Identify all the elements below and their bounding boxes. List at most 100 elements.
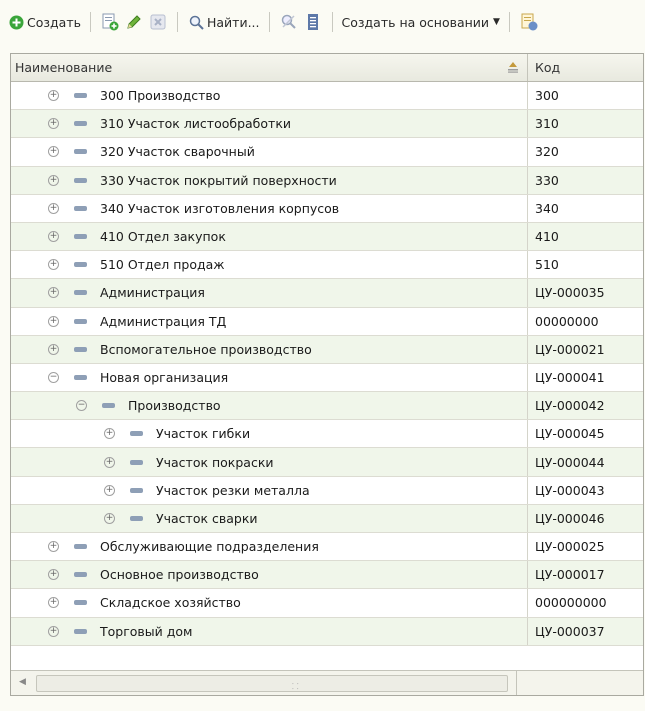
table-row[interactable]: +320 Участок сварочный 320 [11, 138, 643, 167]
table-row[interactable]: +330 Участок покрытий поверхности 330 [11, 166, 643, 195]
expand-toggle-icon[interactable]: + [48, 231, 59, 243]
group-folder-icon [74, 149, 87, 155]
column-header-name-label: Наименование [15, 60, 113, 75]
table-row[interactable]: − Производство ЦУ-000042 [11, 392, 643, 421]
expand-toggle-icon[interactable]: + [48, 541, 59, 553]
copy-add-icon[interactable] [100, 12, 120, 32]
name-label: Новая организация [100, 369, 229, 385]
code-cell: ЦУ-000045 [535, 426, 605, 442]
expand-toggle-icon[interactable]: + [48, 315, 59, 327]
expand-toggle-icon[interactable]: + [48, 174, 59, 186]
table-row[interactable]: +300 Производство 300 [11, 82, 643, 111]
name-cell: + Участок сварки [11, 504, 528, 532]
expand-toggle-icon[interactable]: + [48, 202, 59, 214]
expand-toggle-icon[interactable]: + [48, 569, 59, 581]
group-folder-icon [130, 515, 143, 521]
name-cell: + Участок покраски [11, 448, 528, 476]
find-button[interactable]: Найти... [185, 10, 262, 34]
group-folder-icon [130, 431, 143, 437]
horizontal-scrollbar[interactable]: ◀ ⸬ [11, 671, 517, 695]
expand-toggle-icon[interactable]: + [48, 343, 59, 355]
group-folder-icon [74, 93, 87, 99]
code-cell: ЦУ-000021 [535, 341, 605, 357]
create-button[interactable]: Создать [6, 10, 83, 34]
table-row[interactable]: − Новая организация ЦУ-000041 [11, 363, 643, 393]
table-footer: ◀ ⸬ [11, 670, 643, 695]
code-cell: 330 [535, 172, 559, 188]
expand-toggle-icon[interactable]: + [48, 625, 59, 637]
name-cell: +410 Отдел закупок [11, 222, 528, 251]
name-cell: + Участок гибки [11, 420, 528, 448]
expand-toggle-icon[interactable]: + [48, 287, 59, 299]
table-row[interactable]: + Торговый дом ЦУ-000037 [11, 617, 643, 646]
name-label: 410 Отдел закупок [100, 229, 226, 245]
create-based-on-button[interactable]: Создать на основании ▼ [340, 10, 502, 34]
table-row[interactable]: + Обслуживающие подразделения ЦУ-000025 [11, 533, 643, 562]
expand-toggle-icon[interactable]: + [48, 146, 59, 158]
group-folder-icon [130, 459, 143, 465]
toolbar: Создать Найти... Создать на основании ▼ [0, 0, 645, 44]
column-header-name[interactable]: Наименование [11, 54, 528, 81]
table-row[interactable]: +410 Отдел закупок 410 [11, 222, 643, 252]
sort-ascending-icon[interactable] [507, 61, 519, 73]
code-cell: 00000000 [535, 313, 599, 329]
name-label: Вспомогательное производство [100, 341, 312, 357]
group-folder-icon [74, 262, 87, 268]
expand-toggle-icon[interactable]: + [48, 597, 59, 609]
expand-toggle-icon[interactable]: + [104, 484, 115, 496]
expand-toggle-icon[interactable]: + [104, 428, 115, 440]
table-row[interactable]: + Администрация ЦУ-000035 [11, 279, 643, 308]
column-header-code[interactable]: Код [528, 54, 643, 81]
code-cell: ЦУ-000041 [535, 369, 605, 385]
name-cell: + Участок резки металла [11, 476, 528, 504]
list-icon[interactable] [303, 12, 323, 32]
code-cell: 300 [535, 88, 559, 104]
name-cell: + Складское хозяйство [11, 589, 528, 617]
expand-toggle-icon[interactable]: + [48, 118, 59, 130]
expand-toggle-icon[interactable]: + [48, 90, 59, 102]
table-row[interactable]: + Складское хозяйство 000000000 [11, 589, 643, 618]
table-row[interactable]: + Основное производство ЦУ-000017 [11, 561, 643, 590]
name-cell: +300 Производство [11, 82, 528, 110]
name-label: Основное производство [100, 567, 259, 583]
collapse-toggle-icon[interactable]: − [48, 371, 59, 383]
table-row[interactable]: + Администрация ТД 00000000 [11, 307, 643, 336]
name-cell: +310 Участок листообработки [11, 110, 528, 138]
expand-toggle-icon[interactable]: + [48, 259, 59, 271]
toolbar-separator [508, 12, 510, 32]
expand-toggle-icon[interactable]: + [104, 512, 115, 524]
code-cell: 340 [535, 200, 559, 216]
code-cell: ЦУ-000046 [535, 510, 605, 526]
name-label: Администрация ТД [100, 313, 227, 329]
table-row[interactable]: + Вспомогательное производство ЦУ-000021 [11, 335, 643, 364]
group-folder-icon [74, 374, 87, 380]
table-header: Наименование Код [11, 54, 643, 82]
code-cell: 410 [535, 229, 559, 245]
table-row[interactable]: +340 Участок изготовления корпусов 340 [11, 194, 643, 223]
group-folder-icon [74, 572, 87, 578]
delete-mark-icon[interactable] [148, 12, 168, 32]
name-label: 310 Участок листообработки [100, 116, 291, 132]
name-label: Участок резки металла [156, 482, 310, 498]
table-row[interactable]: +310 Участок листообработки 310 [11, 110, 643, 139]
expand-toggle-icon[interactable]: + [104, 456, 115, 468]
table-row[interactable]: +510 Отдел продаж 510 [11, 251, 643, 280]
name-label: Участок покраски [156, 454, 274, 470]
collapse-toggle-icon[interactable]: − [76, 400, 87, 412]
table-row[interactable]: + Участок резки металла ЦУ-000043 [11, 476, 643, 505]
name-label: Производство [128, 398, 221, 414]
subdivisions-table: Наименование Код +300 Производство 300 +31… [10, 53, 644, 696]
code-cell: ЦУ-000043 [535, 482, 605, 498]
document-settings-icon[interactable] [519, 12, 539, 32]
table-row[interactable]: + Участок покраски ЦУ-000044 [11, 448, 643, 477]
scrollbar-thumb[interactable]: ⸬ [36, 675, 508, 692]
scroll-left-arrow-icon[interactable]: ◀ [19, 677, 26, 687]
name-label: 300 Производство [100, 88, 221, 104]
edit-pencil-icon[interactable] [124, 12, 144, 32]
table-row[interactable]: + Участок сварки ЦУ-000046 [11, 504, 643, 533]
name-cell: − Новая организация [11, 363, 528, 392]
table-row[interactable]: + Участок гибки ЦУ-000045 [11, 420, 643, 449]
cancel-search-icon[interactable] [279, 12, 299, 32]
code-cell: 320 [535, 144, 559, 160]
group-folder-icon [102, 403, 115, 409]
